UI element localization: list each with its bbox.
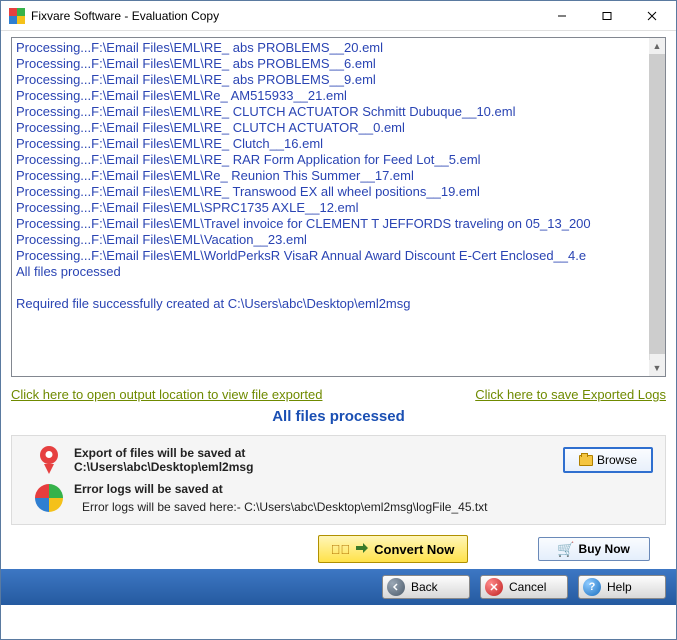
convert-label: Convert Now	[374, 542, 454, 557]
buy-now-button[interactable]: 🛒 Buy Now	[538, 537, 650, 561]
buy-label: Buy Now	[579, 542, 630, 556]
log-line: Processing...F:\Email Files\EML\Vacation…	[16, 232, 661, 248]
cancel-icon: ✕	[485, 578, 503, 596]
log-line: All files processed	[16, 264, 661, 280]
scroll-up-button[interactable]: ▲	[649, 38, 665, 54]
log-output[interactable]: Processing...F:\Email Files\EML\RE_ abs …	[11, 37, 666, 377]
cart-icon: 🛒	[557, 541, 574, 558]
help-button[interactable]: ? Help	[578, 575, 666, 599]
log-line: Processing...F:\Email Files\EML\RE_ RAR …	[16, 152, 661, 168]
app-icon	[9, 8, 25, 24]
convert-now-button[interactable]: �⃝ Convert Now	[318, 535, 468, 563]
export-path-heading: Export of files will be saved at	[74, 446, 245, 460]
error-log-detail: Error logs will be saved here:- C:\Users…	[74, 496, 653, 514]
log-line	[16, 280, 661, 296]
log-line: Processing...F:\Email Files\EML\RE_ abs …	[16, 72, 661, 88]
export-path-value: C:\Users\abc\Desktop\eml2msg	[74, 460, 253, 474]
close-button[interactable]	[629, 1, 674, 30]
log-line: Processing...F:\Email Files\EML\RE_ CLUT…	[16, 104, 661, 120]
help-icon: ?	[583, 578, 601, 596]
browse-button[interactable]: Browse	[563, 447, 653, 473]
scrollbar-thumb[interactable]	[649, 54, 665, 354]
log-line: Processing...F:\Email Files\EML\RE_ Clut…	[16, 136, 661, 152]
minimize-button[interactable]	[539, 1, 584, 30]
log-line: Processing...F:\Email Files\EML\Re_ AM51…	[16, 88, 661, 104]
error-log-heading: Error logs will be saved at	[74, 482, 223, 496]
log-line: Required file successfully created at C:…	[16, 296, 661, 312]
scroll-down-button[interactable]: ▼	[649, 360, 665, 376]
convert-icon	[354, 541, 370, 557]
back-button[interactable]: Back	[382, 575, 470, 599]
titlebar: Fixvare Software - Evaluation Copy	[1, 1, 676, 31]
scrollbar-track[interactable]: ▲ ▼	[649, 38, 665, 376]
location-pin-icon	[38, 446, 60, 474]
color-wheel-icon	[35, 484, 63, 512]
folder-icon	[579, 455, 593, 466]
window-title: Fixvare Software - Evaluation Copy	[31, 9, 539, 23]
back-label: Back	[411, 580, 438, 594]
log-line: Processing...F:\Email Files\EML\RE_ abs …	[16, 56, 661, 72]
cancel-label: Cancel	[509, 580, 546, 594]
browse-label: Browse	[597, 453, 637, 467]
cancel-button[interactable]: ✕ Cancel	[480, 575, 568, 599]
log-line: Processing...F:\Email Files\EML\RE_ abs …	[16, 40, 661, 56]
convert-icon: �⃝	[331, 542, 351, 557]
help-label: Help	[607, 580, 632, 594]
log-line: Processing...F:\Email Files\EML\RE_ Tran…	[16, 184, 661, 200]
status-message: All files processed	[11, 408, 666, 435]
log-line: Processing...F:\Email Files\EML\SPRC1735…	[16, 200, 661, 216]
footer-bar: Back ✕ Cancel ? Help	[1, 569, 676, 605]
back-icon	[387, 578, 405, 596]
log-line: Processing...F:\Email Files\EML\Re_ Reun…	[16, 168, 661, 184]
maximize-button[interactable]	[584, 1, 629, 30]
open-output-link[interactable]: Click here to open output location to vi…	[11, 387, 322, 402]
log-line: Processing...F:\Email Files\EML\RE_ CLUT…	[16, 120, 661, 136]
save-logs-link[interactable]: Click here to save Exported Logs	[475, 387, 666, 402]
log-line: Processing...F:\Email Files\EML\WorldPer…	[16, 248, 661, 264]
log-line: Processing...F:\Email Files\EML\Travel i…	[16, 216, 661, 232]
settings-panel: Export of files will be saved at C:\User…	[11, 435, 666, 525]
